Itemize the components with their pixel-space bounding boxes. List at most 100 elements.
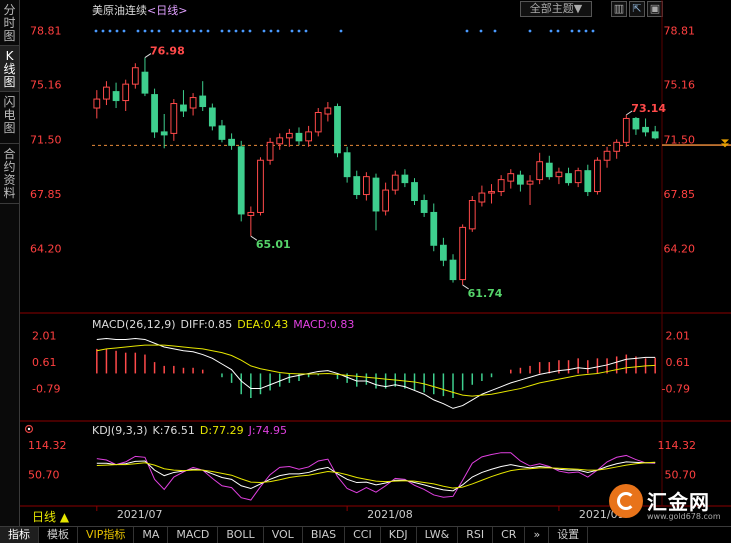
signal-dot [143,29,147,33]
indicator-tab-1[interactable]: 模板 [39,527,78,543]
k-line [96,460,656,492]
price-axis-label-right: 75.16 [664,79,696,92]
candle-body [632,117,640,130]
indicator-tab-0[interactable]: 指标 [0,527,39,543]
candle-body [517,174,524,185]
signal-dot [136,29,140,33]
kdj-axis-label-right: 114.32 [658,439,697,452]
candle-body [382,189,390,212]
indicator-tab-9[interactable]: KDJ [381,527,417,543]
indicator-tab-2[interactable]: VIP指标 [78,527,135,543]
signal-dot [220,29,224,33]
logo-name: 汇金网 [647,490,710,514]
candle-body [488,191,495,194]
signal-dot [577,29,581,33]
signal-dot [178,29,182,33]
signal-dot [290,29,294,33]
low-label: 65.01 [256,238,291,251]
kdj-axis-label: 50.70 [28,468,60,481]
logo-url: www.gold678.com [647,512,721,521]
indicator-tab-4[interactable]: MACD [168,527,219,543]
j-line [96,452,656,501]
candle-body [536,161,544,181]
price-axis-label-right: 64.20 [664,242,696,255]
indicator-tab-11[interactable]: RSI [458,527,494,543]
candle-body [459,226,467,281]
signal-dot [192,29,196,33]
candle-body [526,180,534,185]
price-axis-label: 75.16 [30,79,62,92]
candle-body [411,182,418,202]
candle-body [170,103,178,134]
indicator-tab-8[interactable]: CCI [345,527,381,543]
d-line [96,461,656,489]
price-axis-label-right: 78.81 [664,24,696,37]
candle-body [93,98,101,109]
signal-dot [570,29,574,33]
signal-dot [528,29,532,33]
candle-body [141,71,149,94]
signal-dot [115,29,119,33]
candle-body [468,200,476,230]
signal-dot [276,29,280,33]
signal-dot [304,29,308,33]
site-logo: 汇金网 www.gold678.com [609,484,724,524]
signal-dot [297,29,301,33]
candle-body [131,67,139,85]
macd-axis-label: 0.61 [32,356,57,369]
signal-dot [206,29,210,33]
low-label: 61.74 [468,287,503,300]
indicator-tab-10[interactable]: LW& [417,527,459,543]
candle-body [594,159,601,193]
indicator-tab-12[interactable]: CR [493,527,526,543]
signal-dot [241,29,245,33]
candle-body [266,141,274,161]
indicator-tab-5[interactable]: BOLL [218,527,264,543]
kdj-settings-icon-dot [27,427,31,431]
high-label: 73.14 [631,102,666,115]
candle-body [391,174,399,191]
candle-body [584,170,592,193]
macd-axis-label-right: 0.61 [666,356,691,369]
candle-body [228,138,235,146]
signal-dot [227,29,231,33]
candle-body [555,171,563,178]
candle-body [430,211,438,246]
indicator-tab-3[interactable]: MA [134,527,169,543]
indicator-toolbar: 指标 模板 VIP指标 MA MACD BOLL VOL BIAS CCI KDJ LW& RSI CR… [0,526,731,543]
indicator-tab-13[interactable]: » [525,527,550,543]
candle-body [305,131,312,142]
period-toggle[interactable]: 日线 ▲ [32,510,70,524]
kdj-axis-label-right: 50.70 [665,468,697,481]
candle-body [401,174,409,184]
candle-body [122,83,130,102]
signal-dot [584,29,588,33]
price-axis-label: 78.81 [30,24,62,37]
signal-dot [234,29,238,33]
candle-body [372,177,380,212]
candle-body [199,95,207,108]
candle-body [362,176,370,196]
indicator-tab-6[interactable]: VOL [264,527,303,543]
candle-body [151,94,158,133]
candle-body [478,192,486,203]
signal-dot [479,29,483,33]
signal-dot [171,29,175,33]
kline-chart[interactable]: 78.81 78.81 75.16 75.16 71.50 67.85 67.85 64.20… [0,0,731,526]
signal-dot [108,29,112,33]
signal-dot [269,29,273,33]
indicator-tab-7[interactable]: BIAS [303,527,346,543]
candle-body [160,131,168,136]
macd-axis-label-right: 2.01 [666,329,691,342]
kdj-title: KDJ(9,3,3) K:76.51 D:77.29 J:74.95 [92,424,287,437]
kdj-axis-label: 114.32 [28,439,67,452]
signal-dot [94,29,98,33]
candle-body [314,111,322,133]
candle-body [497,179,505,193]
candle-body [420,200,428,213]
indicator-tab-14[interactable]: 设置 [549,527,589,543]
candle-body [622,117,630,143]
signal-dot [591,29,595,33]
candle-body [247,211,255,216]
price-axis-label: 64.20 [30,242,62,255]
